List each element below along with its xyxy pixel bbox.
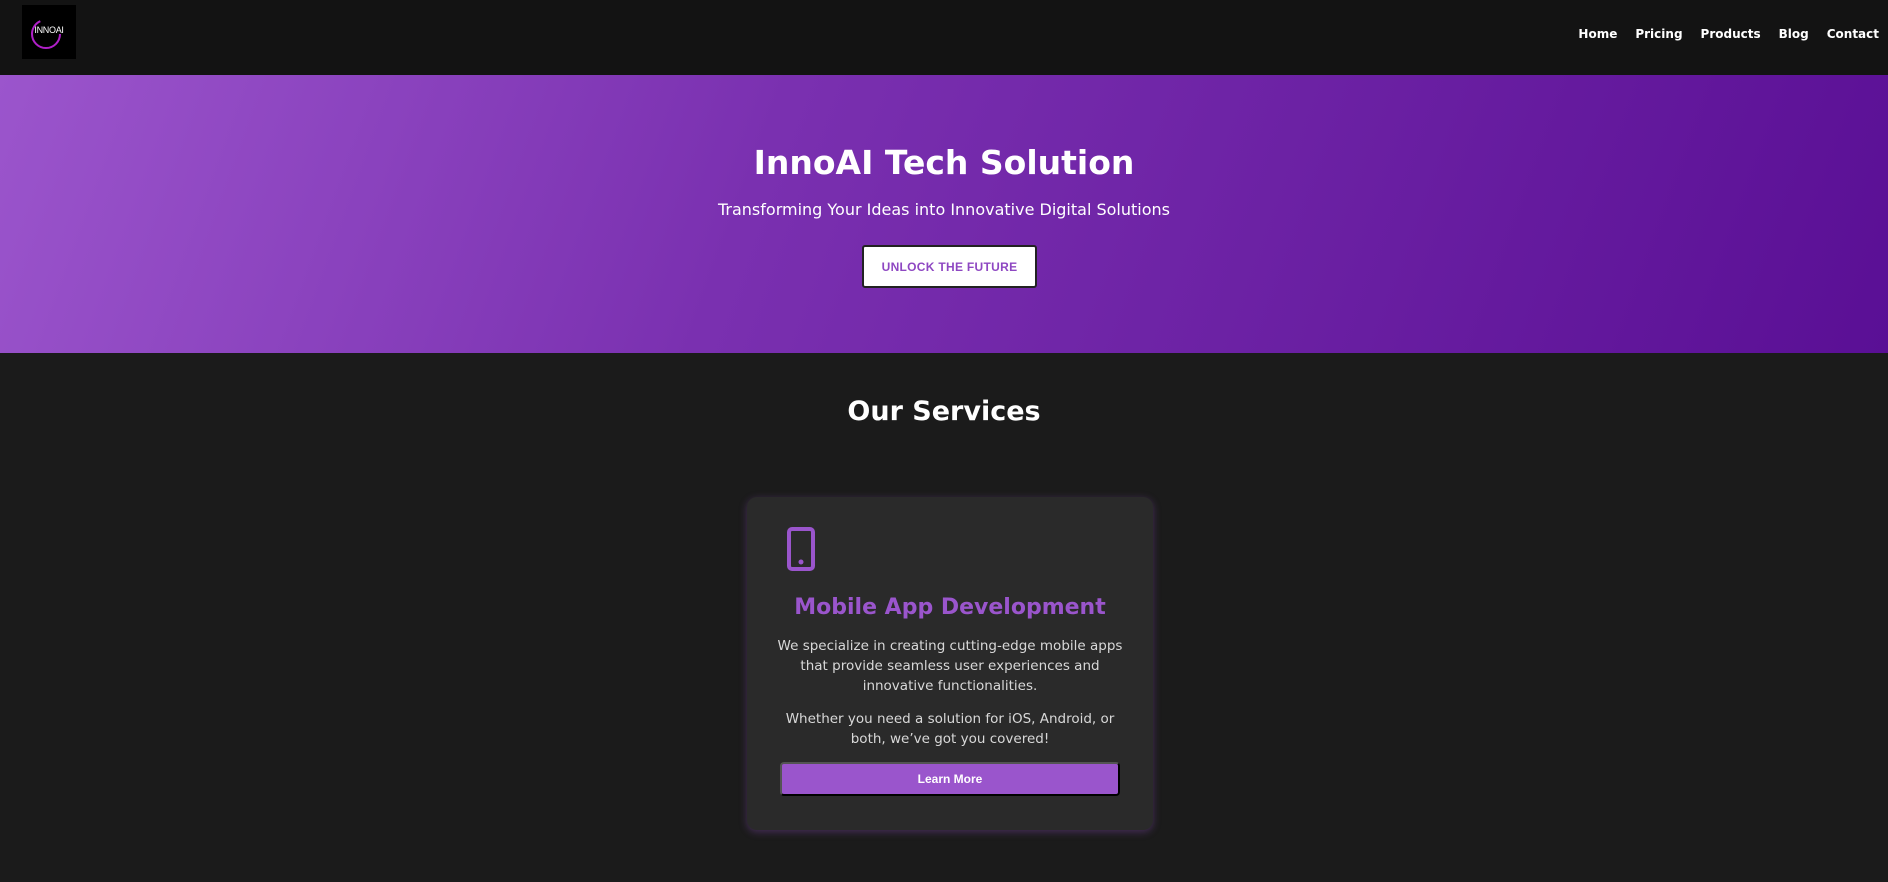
- hero-section: InnoAI Tech Solution Transforming Your I…: [0, 75, 1888, 353]
- learn-more-button[interactable]: Learn More: [780, 762, 1120, 796]
- service-card-description: We specialize in creating cutting-edge m…: [777, 638, 1123, 694]
- service-card-mobile-app: Mobile App Development We specialize in …: [747, 497, 1153, 830]
- services-title: Our Services: [847, 396, 1041, 427]
- logo[interactable]: INNOAI: [22, 5, 76, 59]
- navbar: INNOAI Home Pricing Products Blog Contac…: [0, 0, 1888, 75]
- logo-text: INNOAI: [34, 25, 64, 35]
- service-card-platforms-text: Whether you need a solution for iOS, And…: [785, 711, 1115, 747]
- unlock-future-button[interactable]: UNLOCK THE FUTURE: [862, 245, 1037, 288]
- mobile-phone-icon: [787, 527, 815, 571]
- nav-link-pricing[interactable]: Pricing: [1626, 24, 1691, 44]
- nav-link-blog[interactable]: Blog: [1770, 24, 1818, 44]
- main-nav: Home Pricing Products Blog Contact: [1569, 24, 1888, 44]
- hero-title: InnoAI Tech Solution: [753, 143, 1135, 182]
- nav-link-home[interactable]: Home: [1569, 24, 1626, 44]
- nav-link-products[interactable]: Products: [1692, 24, 1770, 44]
- hero-subtitle: Transforming Your Ideas into Innovative …: [717, 200, 1170, 219]
- nav-link-contact[interactable]: Contact: [1818, 24, 1888, 44]
- service-card-title: Mobile App Development: [794, 595, 1106, 620]
